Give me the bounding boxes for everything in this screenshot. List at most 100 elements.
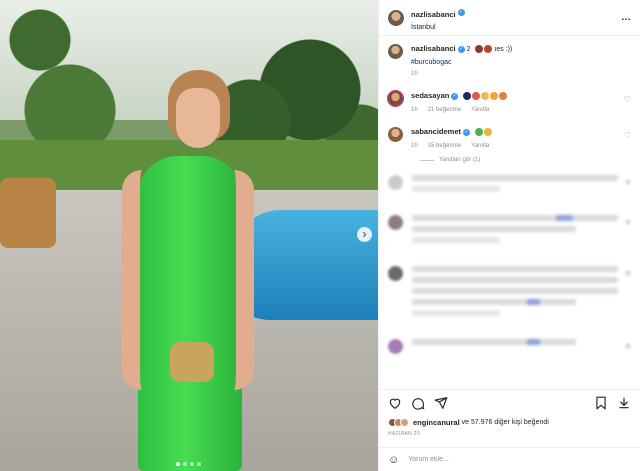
- reply-button[interactable]: Yanıtla: [471, 107, 489, 113]
- comment-icon[interactable]: [411, 396, 425, 410]
- blurred-line: [412, 339, 577, 345]
- comment-likes[interactable]: 15 beğenme: [428, 143, 461, 149]
- chevron-right-icon[interactable]: ›: [357, 227, 372, 242]
- heart-icon: [625, 179, 631, 185]
- blurred-comment: [388, 215, 631, 248]
- more-options-icon[interactable]: …: [621, 12, 632, 23]
- face: [176, 88, 220, 148]
- download-icon[interactable]: [617, 396, 631, 410]
- avatar[interactable]: [388, 127, 403, 142]
- verified-badge-icon: ✓: [451, 92, 459, 100]
- gold-clutch: [170, 342, 214, 382]
- carousel-dots: [176, 462, 201, 466]
- replies-divider: [420, 159, 434, 161]
- carousel-dot: [197, 462, 201, 466]
- carousel-dot: [183, 462, 187, 466]
- comment-time: 1h: [411, 143, 418, 149]
- liker-avatars: [388, 418, 409, 427]
- avatar: [388, 266, 403, 281]
- comment-time: 1h: [411, 107, 418, 113]
- blurred-text: [412, 175, 631, 197]
- reply-button[interactable]: Yanıtla: [471, 143, 489, 149]
- blurred-text: [412, 215, 631, 248]
- heart-icon[interactable]: ♡: [624, 131, 631, 140]
- avatar: [388, 215, 403, 230]
- hashtag-link[interactable]: #burcubogac: [411, 59, 631, 66]
- carousel-dot: [176, 462, 180, 466]
- blurred-line: [412, 299, 577, 305]
- blurred-line: [412, 237, 500, 243]
- comment-username[interactable]: sabancidemet: [411, 127, 461, 136]
- avatar[interactable]: [388, 9, 404, 26]
- comment-emojis: [474, 128, 492, 137]
- blurred-line: [412, 186, 500, 192]
- action-icons: [388, 396, 631, 410]
- comment-text: sabancidemet ✓: [411, 127, 631, 138]
- caption-prefix: 2: [466, 46, 471, 53]
- comment: sedasayan ✓ 1h 21 beğenme Yanıtla ♡: [387, 90, 631, 113]
- blurred-text: [412, 266, 631, 321]
- location-link[interactable]: İstanbul: [411, 24, 621, 31]
- post-photo[interactable]: ›: [0, 0, 378, 471]
- comment-input[interactable]: [408, 456, 631, 463]
- avatar[interactable]: [388, 44, 403, 59]
- comment-body: sedasayan ✓ 1h 21 beğenme Yanıtla: [411, 91, 631, 113]
- avatar: [400, 418, 409, 427]
- blurred-text: [412, 339, 631, 354]
- verified-badge-icon: ✓: [463, 128, 471, 136]
- caption-time: 1h: [411, 71, 418, 77]
- heart-icon[interactable]: ♡: [624, 95, 631, 104]
- blurred-line: [412, 215, 618, 221]
- heart-icon: [625, 343, 631, 349]
- emoji-icon: [484, 45, 493, 54]
- comment-form: ☺: [379, 447, 640, 471]
- caption-username[interactable]: nazlisabanci: [411, 44, 456, 53]
- comment-likes[interactable]: 21 beğenme: [428, 107, 461, 113]
- caption: nazlisabanci ✓ 2 ıes :)) #burcubogac 1h: [388, 44, 631, 77]
- blurred-line: [412, 266, 618, 272]
- heart-icon: [625, 219, 631, 225]
- view-replies-button[interactable]: Yanıtları gör (1): [420, 157, 631, 163]
- carousel-dot: [190, 462, 194, 466]
- comment-meta: 1h 21 beğenme Yanıtla: [411, 107, 631, 113]
- caption-meta: 1h: [411, 71, 631, 77]
- comments-list[interactable]: nazlisabanci ✓ 2 ıes :)) #burcubogac 1h s…: [379, 36, 640, 389]
- view-replies-label: Yanıtları gör (1): [439, 157, 481, 163]
- like-heart-icon[interactable]: [388, 396, 402, 410]
- post-date: HAZİRAN 20: [388, 431, 420, 437]
- comment-emojis: [463, 92, 508, 101]
- verified-badge-icon: ✓: [457, 9, 465, 17]
- emoji-icon: [463, 92, 472, 101]
- emoji-icon: [481, 92, 490, 101]
- caption-body: nazlisabanci ✓ 2 ıes :)) #burcubogac 1h: [411, 44, 631, 77]
- comment: sabancidemet ✓ 1h 15 beğenme Yanıtla ♡: [388, 127, 631, 149]
- author-username[interactable]: nazlisabanci: [411, 10, 456, 19]
- header-meta: nazlisabanci ✓ İstanbul: [411, 4, 621, 31]
- emoji-icon: [472, 92, 481, 101]
- emoji-icon: [499, 92, 508, 101]
- avatar: [388, 175, 403, 190]
- share-icon[interactable]: [434, 396, 448, 410]
- comment-body: sabancidemet ✓ 1h 15 beğenme Yanıtla: [411, 127, 631, 149]
- verified-badge-icon: ✓: [457, 45, 465, 53]
- comment-username[interactable]: sedasayan: [411, 91, 449, 100]
- emoji-icon: [490, 92, 499, 101]
- photo-chair: [0, 178, 56, 248]
- avatar: [388, 339, 403, 354]
- blurred-line: [412, 310, 500, 316]
- avatar[interactable]: [387, 90, 404, 107]
- bookmark-icon[interactable]: [594, 396, 608, 410]
- blurred-line: [412, 277, 618, 283]
- action-bar: engincanural ve 57.976 diğer kişi beğend…: [379, 389, 640, 447]
- blurred-line: [412, 226, 577, 232]
- emoji-icon: [474, 128, 483, 137]
- post-header: nazlisabanci ✓ İstanbul …: [379, 0, 640, 36]
- emoji-picker-icon[interactable]: ☺: [388, 454, 399, 466]
- caption-emojis: [475, 45, 493, 54]
- likes-count[interactable]: ve 57.976 diğer kişi beğendi: [462, 419, 549, 426]
- post-sidebar: nazlisabanci ✓ İstanbul … nazlisabanci ✓ 2…: [378, 0, 640, 471]
- caption-text: nazlisabanci ✓ 2 ıes :)): [411, 44, 631, 55]
- liker-username[interactable]: engincanural: [413, 418, 460, 427]
- photo-person: [118, 70, 258, 471]
- likes-summary[interactable]: engincanural ve 57.976 diğer kişi beğend…: [388, 418, 631, 427]
